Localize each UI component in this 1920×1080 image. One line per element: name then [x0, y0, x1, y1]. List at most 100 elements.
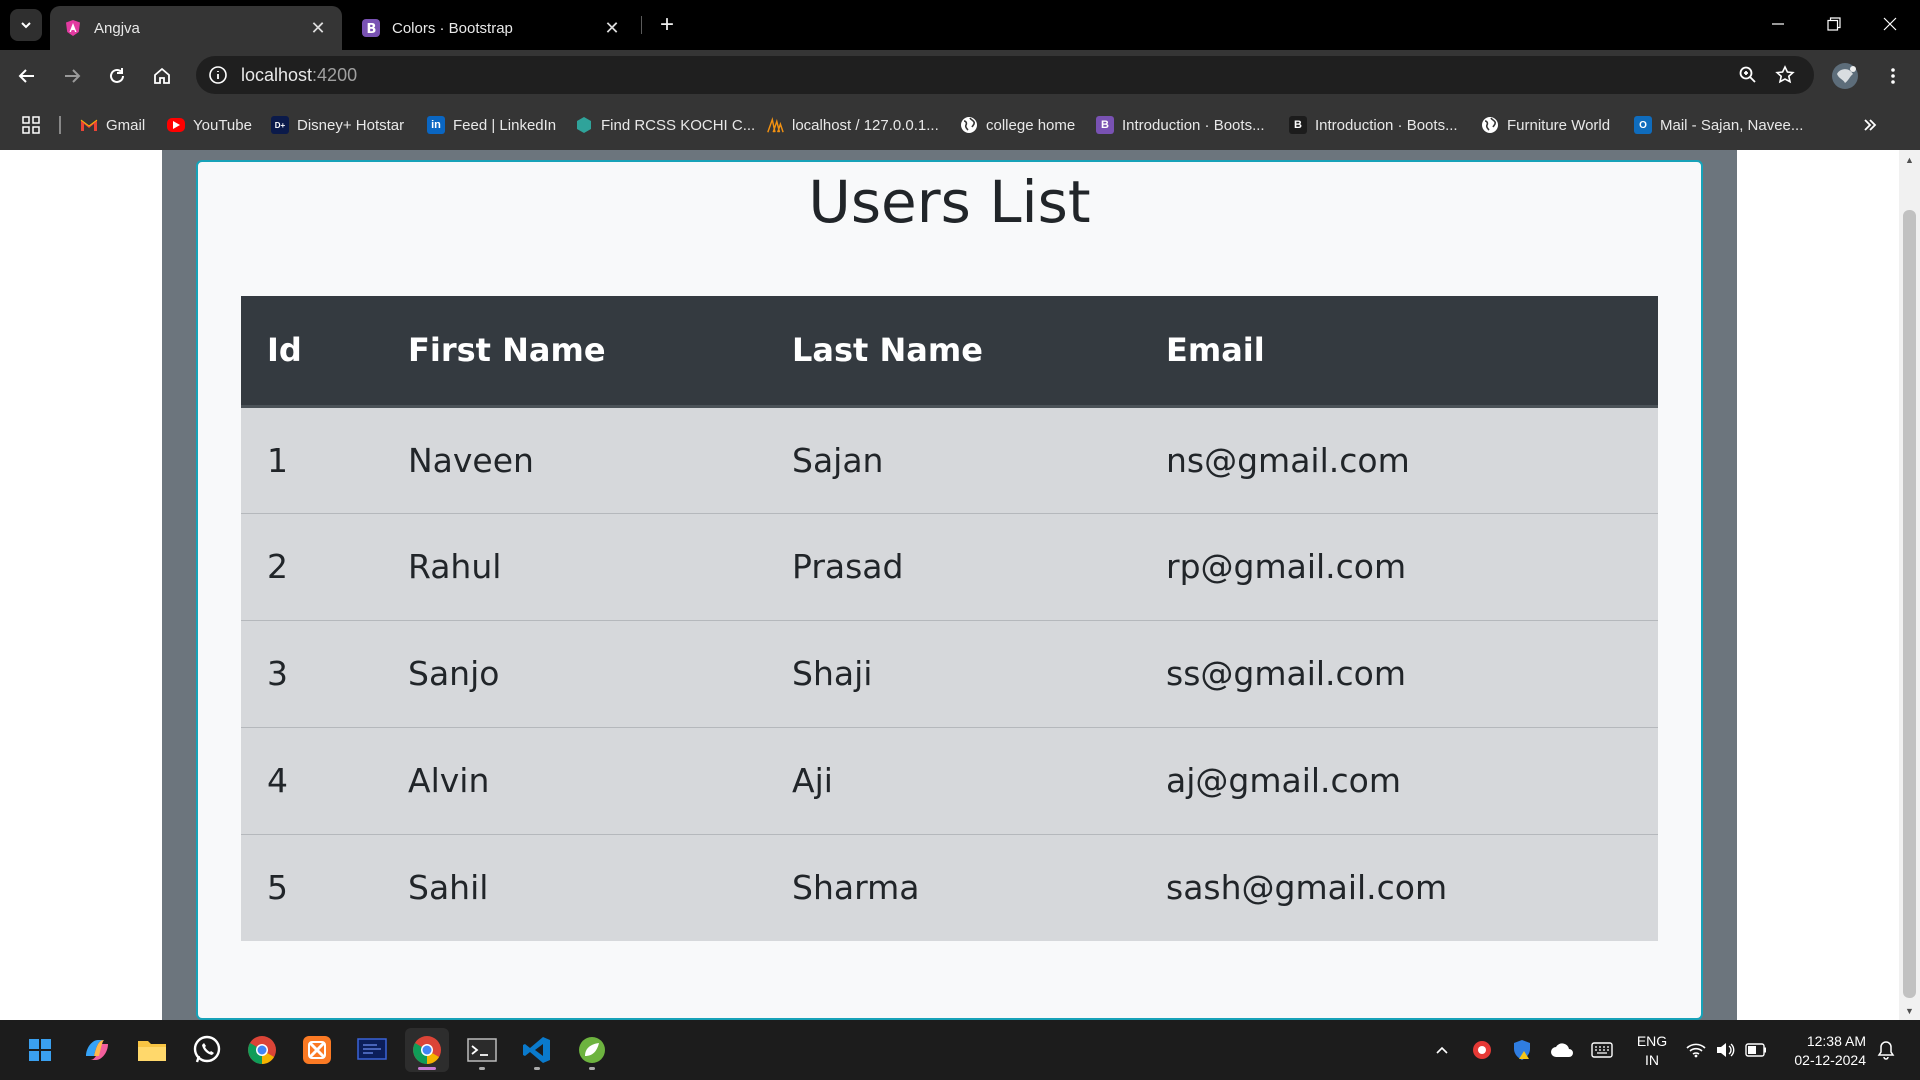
taskbar-command-prompt[interactable] [460, 1028, 504, 1072]
arrow-left-icon [18, 69, 34, 83]
bookmark-introduction-bootstrap-1[interactable]: B Introduction · Boots... [1096, 112, 1265, 138]
bootstrap-icon: B [362, 19, 380, 37]
home-icon [154, 67, 170, 84]
table-row: 4 Alvin Aji aj@gmail.com [241, 726, 1658, 834]
cell-email: sash@gmail.com [1140, 833, 1658, 941]
table-row: 1 Naveen Sajan ns@gmail.com [241, 405, 1658, 513]
tray-onedrive[interactable] [1550, 1038, 1574, 1062]
xampp-icon [303, 1036, 331, 1064]
active-indicator [418, 1067, 436, 1070]
bookmark-introduction-bootstrap-2[interactable]: B Introduction · Boots... [1289, 112, 1458, 138]
apps-grid-icon [22, 116, 40, 134]
address-bar[interactable]: localhost:4200 [196, 56, 1814, 94]
table-row: 5 Sahil Sharma sash@gmail.com [241, 833, 1658, 941]
bookmark-mail[interactable]: O Mail - Sajan, Navee... [1634, 112, 1803, 138]
cell-id: 5 [241, 833, 382, 941]
new-tab-button[interactable]: + [652, 10, 682, 40]
chrome-icon [413, 1036, 441, 1064]
table-row: 2 Rahul Prasad rp@gmail.com [241, 512, 1658, 620]
scroll-down-icon[interactable]: ▼ [1904, 1005, 1915, 1016]
clock-time: 12:38 AM [1806, 1033, 1866, 1049]
cell-first-name: Rahul [382, 512, 766, 620]
language-code: ENG [1636, 1033, 1668, 1049]
table-header-row: Id First Name Last Name Email [241, 296, 1658, 408]
restore-button[interactable] [1806, 0, 1862, 48]
bookmark-furniture-world[interactable]: Furniture World [1481, 112, 1610, 138]
bookmark-linkedin[interactable]: in Feed | LinkedIn [427, 112, 556, 138]
clock-date: 02-12-2024 [1794, 1052, 1866, 1068]
region-code: IN [1645, 1052, 1659, 1068]
tray-keyboard[interactable] [1590, 1038, 1614, 1062]
scrollbar-thumb[interactable] [1903, 210, 1916, 998]
bookmark-hotstar[interactable]: D+ Disney+ Hotstar [271, 112, 404, 138]
tray-wifi[interactable] [1684, 1038, 1708, 1062]
users-table: Id First Name Last Name Email 1 Naveen S… [241, 296, 1658, 941]
page-title: Users List [808, 168, 1091, 236]
hexagon-icon [575, 116, 593, 134]
cell-id: 3 [241, 619, 382, 727]
tab-title: Colors · Bootstrap [392, 19, 513, 37]
close-icon[interactable]: ✕ [308, 18, 328, 38]
taskbar-chrome[interactable] [240, 1028, 284, 1072]
tray-battery[interactable] [1744, 1038, 1768, 1062]
forward-button[interactable] [55, 59, 89, 93]
start-button[interactable] [18, 1028, 62, 1072]
taskbar-vscode[interactable] [515, 1028, 559, 1072]
arrow-right-icon [65, 69, 81, 83]
copilot-icon [86, 1040, 108, 1060]
profile-button[interactable] [1828, 59, 1862, 93]
tray-app[interactable] [1470, 1038, 1494, 1062]
taskbar-terminal-app[interactable] [350, 1028, 394, 1072]
minimize-button[interactable] [1750, 0, 1806, 48]
apps-button[interactable] [22, 112, 40, 138]
more-bookmarks-button[interactable] [1862, 112, 1878, 138]
bookmark-gmail[interactable]: Gmail [80, 112, 145, 138]
shield-warning-icon [1514, 1040, 1530, 1060]
system-clock[interactable]: 12:38 AM 02-12-2024 [1786, 1032, 1866, 1070]
menu-button[interactable] [1876, 59, 1910, 93]
cell-first-name: Sahil [382, 833, 766, 941]
vertical-scrollbar[interactable]: ▲ ▼ [1899, 150, 1920, 1020]
notifications-button[interactable] [1874, 1038, 1898, 1062]
youtube-icon [167, 118, 185, 132]
tray-security[interactable] [1510, 1038, 1534, 1062]
cell-id: 1 [241, 405, 382, 513]
taskbar-xampp[interactable] [295, 1028, 339, 1072]
close-icon[interactable]: ✕ [602, 18, 622, 38]
tab-colors-bootstrap[interactable]: B Colors · Bootstrap ✕ [348, 6, 636, 50]
close-window-button[interactable] [1862, 0, 1918, 48]
tab-angjva[interactable]: Angjva ✕ [50, 6, 342, 50]
url-host: localhost [241, 65, 313, 85]
site-info-icon[interactable] [206, 63, 230, 87]
browser-toolbar: localhost:4200 [0, 50, 1920, 100]
users-card: Users List Id First Name Last Name Email… [196, 160, 1703, 1020]
tray-volume[interactable] [1714, 1038, 1738, 1062]
home-button[interactable] [145, 59, 179, 93]
scroll-up-icon[interactable]: ▲ [1904, 154, 1915, 165]
taskbar-copilot[interactable] [75, 1028, 119, 1072]
bookmark-label: Gmail [106, 116, 146, 134]
folder-icon [138, 1041, 166, 1061]
taskbar-file-explorer[interactable] [130, 1028, 174, 1072]
angular-icon [64, 19, 82, 37]
taskbar-chrome-active[interactable] [405, 1028, 449, 1072]
taskbar-whatsapp[interactable] [185, 1028, 229, 1072]
bookmark-college-home[interactable]: college home [960, 112, 1075, 138]
reload-button[interactable] [100, 59, 134, 93]
cell-last-name: Sharma [766, 833, 1140, 941]
show-hidden-icons-button[interactable] [1430, 1038, 1454, 1062]
tab-search-button[interactable] [10, 9, 42, 41]
tab-separator [641, 16, 642, 34]
running-indicator [479, 1067, 485, 1070]
bookmark-localhost[interactable]: localhost / 127.0.0.1... [766, 112, 939, 138]
zoom-icon[interactable] [1736, 63, 1760, 87]
bookmark-youtube[interactable]: YouTube [167, 112, 252, 138]
back-button[interactable] [10, 59, 44, 93]
bookmark-label: Furniture World [1507, 116, 1611, 134]
bookmark-rcss[interactable]: Find RCSS KOCHI C... [575, 112, 755, 138]
language-indicator[interactable]: ENG IN [1634, 1032, 1670, 1070]
chevron-up-icon [1436, 1046, 1448, 1054]
taskbar-spring-tools[interactable] [570, 1028, 614, 1072]
column-header-last-name: Last Name [766, 296, 1140, 408]
bookmark-star-icon[interactable] [1773, 63, 1797, 87]
